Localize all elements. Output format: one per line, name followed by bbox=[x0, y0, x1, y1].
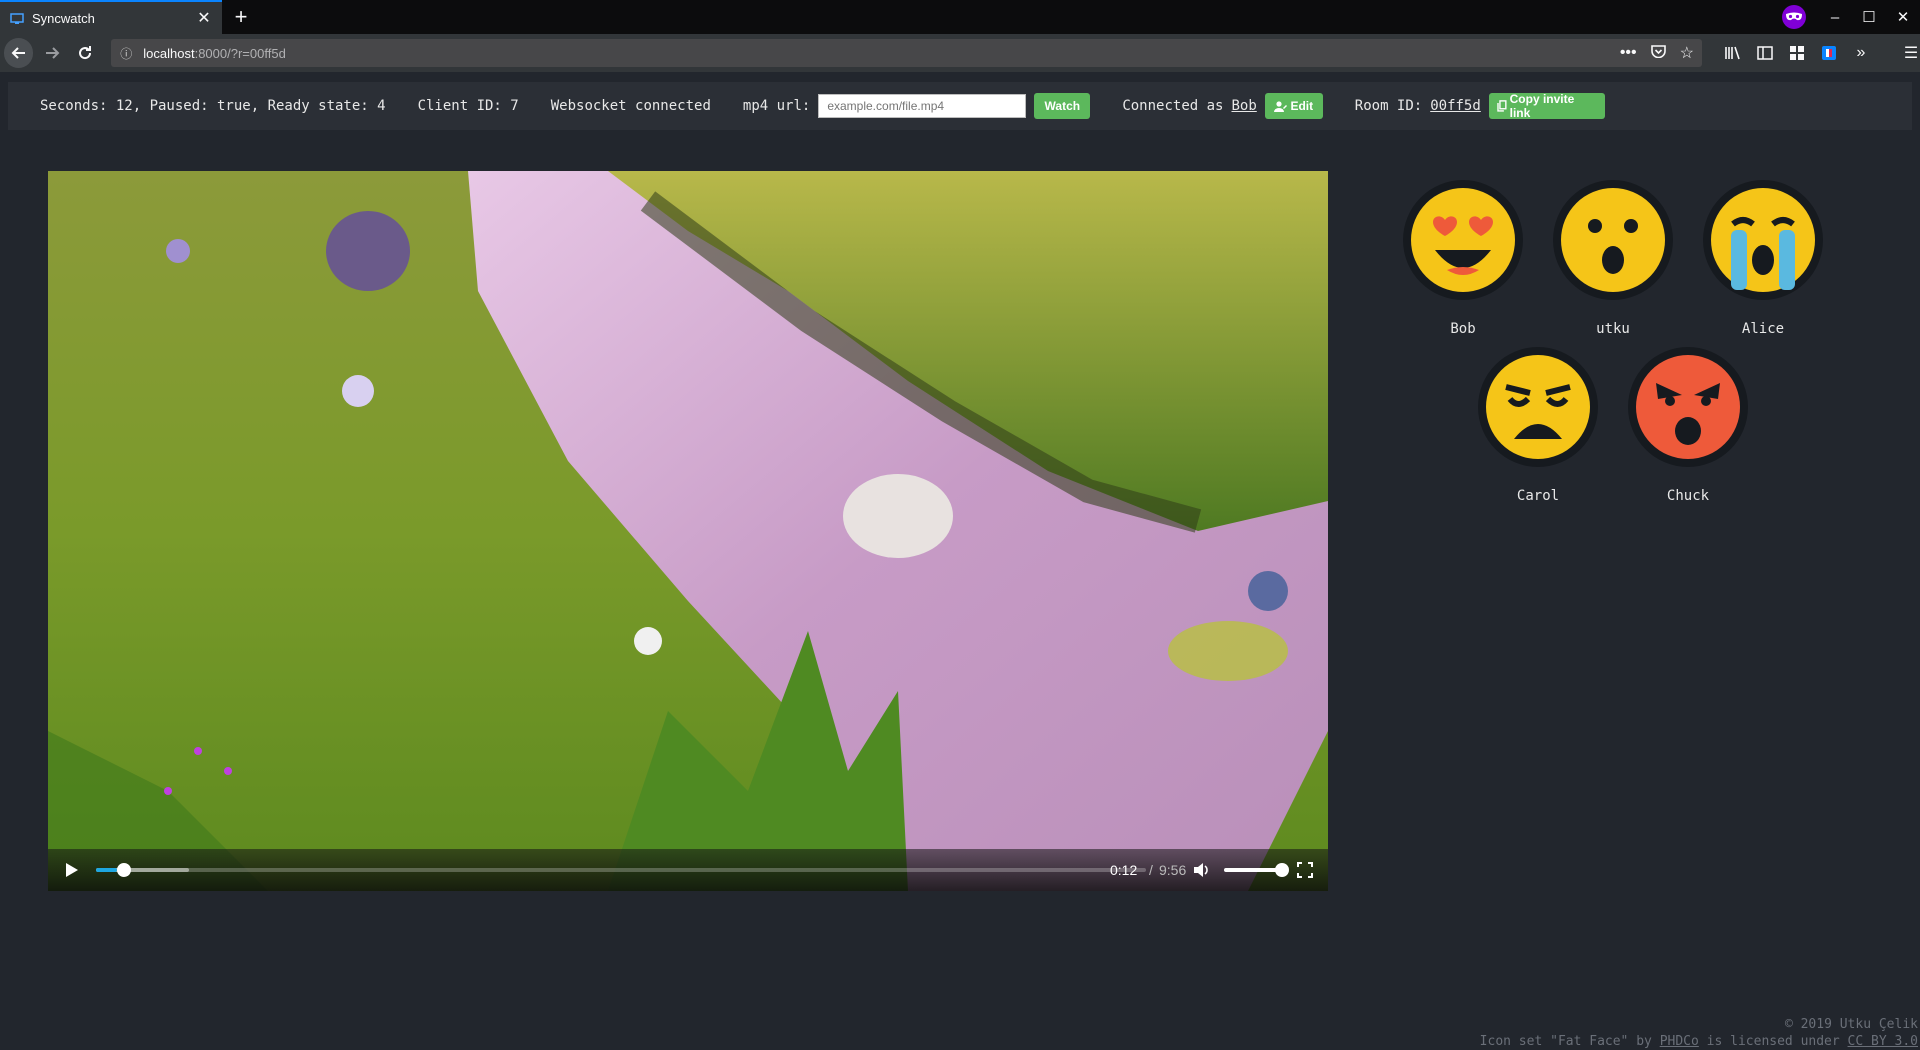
play-icon[interactable] bbox=[62, 861, 80, 879]
user-item: Chuck bbox=[1613, 347, 1763, 504]
address-bar[interactable]: ⓘ localhost:8000/?r=00ff5d ••• ☆ bbox=[111, 39, 1702, 67]
user-name: utku bbox=[1596, 321, 1630, 337]
player-state-text: Seconds: 12, Paused: true, Ready state: … bbox=[40, 98, 386, 114]
copy-invite-link-button[interactable]: Copy invite link bbox=[1488, 92, 1605, 120]
room-id-label: Room ID: bbox=[1354, 98, 1423, 114]
extension-shield-icon[interactable] bbox=[1820, 45, 1838, 61]
time-separator: / bbox=[1149, 862, 1153, 878]
video-player[interactable]: 0:12 / 9:56 bbox=[48, 171, 1328, 891]
pocket-icon[interactable] bbox=[1650, 44, 1666, 63]
seek-bar[interactable] bbox=[96, 863, 1146, 877]
fullscreen-icon[interactable] bbox=[1296, 861, 1314, 879]
copyright-text: © 2019 Utku Çelik bbox=[1784, 1017, 1918, 1032]
license-link[interactable]: CC BY 3.0 bbox=[1848, 1034, 1918, 1049]
tab-title: Syncwatch bbox=[32, 10, 95, 26]
angry-face-icon bbox=[1628, 347, 1748, 467]
footer: © 2019 Utku Çelik Icon set "Fat Face" by… bbox=[1480, 1016, 1918, 1050]
room-id-link[interactable]: 00ff5d bbox=[1430, 98, 1481, 114]
monitor-icon bbox=[10, 12, 24, 24]
maximize-icon[interactable]: ☐ bbox=[1852, 8, 1886, 26]
username-link[interactable]: Bob bbox=[1231, 98, 1256, 114]
client-id-text: Client ID: 7 bbox=[417, 98, 519, 114]
edit-name-button[interactable]: Edit bbox=[1264, 93, 1323, 119]
user-item: Alice bbox=[1688, 180, 1838, 337]
forward-arrow-icon[interactable] bbox=[37, 38, 66, 68]
heart-eyes-face-icon bbox=[1403, 180, 1523, 300]
user-edit-icon bbox=[1274, 100, 1288, 112]
page-actions-icon[interactable]: ••• bbox=[1620, 44, 1637, 62]
copy-icon bbox=[1497, 100, 1507, 112]
surprised-face-icon bbox=[1553, 180, 1673, 300]
volume-icon[interactable] bbox=[1192, 861, 1210, 879]
user-item: utku bbox=[1538, 180, 1688, 337]
status-bar: Seconds: 12, Paused: true, Ready state: … bbox=[8, 82, 1912, 130]
websocket-status: Websocket connected bbox=[550, 98, 711, 114]
sad-face-icon bbox=[1478, 347, 1598, 467]
close-window-icon[interactable]: ✕ bbox=[1886, 8, 1920, 26]
overflow-chevrons-icon[interactable]: » bbox=[1852, 44, 1870, 62]
connected-as-label: Connected as bbox=[1122, 98, 1224, 114]
site-info-icon[interactable]: ⓘ bbox=[113, 45, 139, 62]
mp4-url-label: mp4 url: bbox=[742, 98, 811, 114]
new-tab-icon[interactable]: + bbox=[228, 4, 254, 30]
user-item: Bob bbox=[1388, 180, 1538, 337]
user-name: Chuck bbox=[1666, 488, 1710, 504]
video-frame bbox=[48, 171, 1328, 891]
crying-face-icon bbox=[1703, 180, 1823, 300]
minimize-icon[interactable]: – bbox=[1818, 9, 1852, 26]
url-text: localhost:8000/?r=00ff5d bbox=[143, 45, 286, 61]
reload-icon[interactable] bbox=[70, 38, 99, 68]
seek-played bbox=[96, 868, 117, 872]
volume-slider[interactable] bbox=[1224, 863, 1289, 877]
seek-handle[interactable] bbox=[117, 863, 131, 877]
user-name: Bob bbox=[1450, 321, 1476, 337]
close-tab-icon[interactable]: ✕ bbox=[192, 8, 216, 28]
browser-tab-bar: Syncwatch ✕ + – ☐ ✕ bbox=[0, 0, 1920, 34]
library-icon[interactable] bbox=[1724, 46, 1742, 60]
duration: 9:56 bbox=[1159, 862, 1187, 878]
user-item: Carol bbox=[1463, 347, 1613, 504]
watch-button[interactable]: Watch bbox=[1034, 93, 1091, 119]
volume-handle[interactable] bbox=[1275, 863, 1289, 877]
player-controls: 0:12 / 9:56 bbox=[48, 849, 1328, 891]
browser-nav-bar: ⓘ localhost:8000/?r=00ff5d ••• ☆ » ☰ bbox=[0, 34, 1920, 72]
user-name: Alice bbox=[1741, 321, 1785, 337]
phdco-link[interactable]: PHDCo bbox=[1660, 1034, 1699, 1049]
current-time: 0:12 bbox=[1110, 862, 1138, 878]
back-arrow-icon[interactable] bbox=[4, 38, 34, 68]
user-name: Carol bbox=[1516, 488, 1560, 504]
sidebar-icon[interactable] bbox=[1756, 46, 1774, 60]
icon-credit: Icon set "Fat Face" by PHDCo is licensed… bbox=[1479, 1034, 1918, 1049]
hamburger-menu-icon[interactable]: ☰ bbox=[1902, 43, 1920, 63]
browser-tab[interactable]: Syncwatch ✕ bbox=[0, 0, 222, 34]
bookmark-star-icon[interactable]: ☆ bbox=[1680, 43, 1694, 63]
private-mask-icon bbox=[1782, 5, 1806, 29]
extension-grid-icon[interactable] bbox=[1788, 46, 1806, 60]
mp4-url-input[interactable] bbox=[818, 94, 1027, 118]
window-controls: – ☐ ✕ bbox=[1782, 0, 1920, 34]
